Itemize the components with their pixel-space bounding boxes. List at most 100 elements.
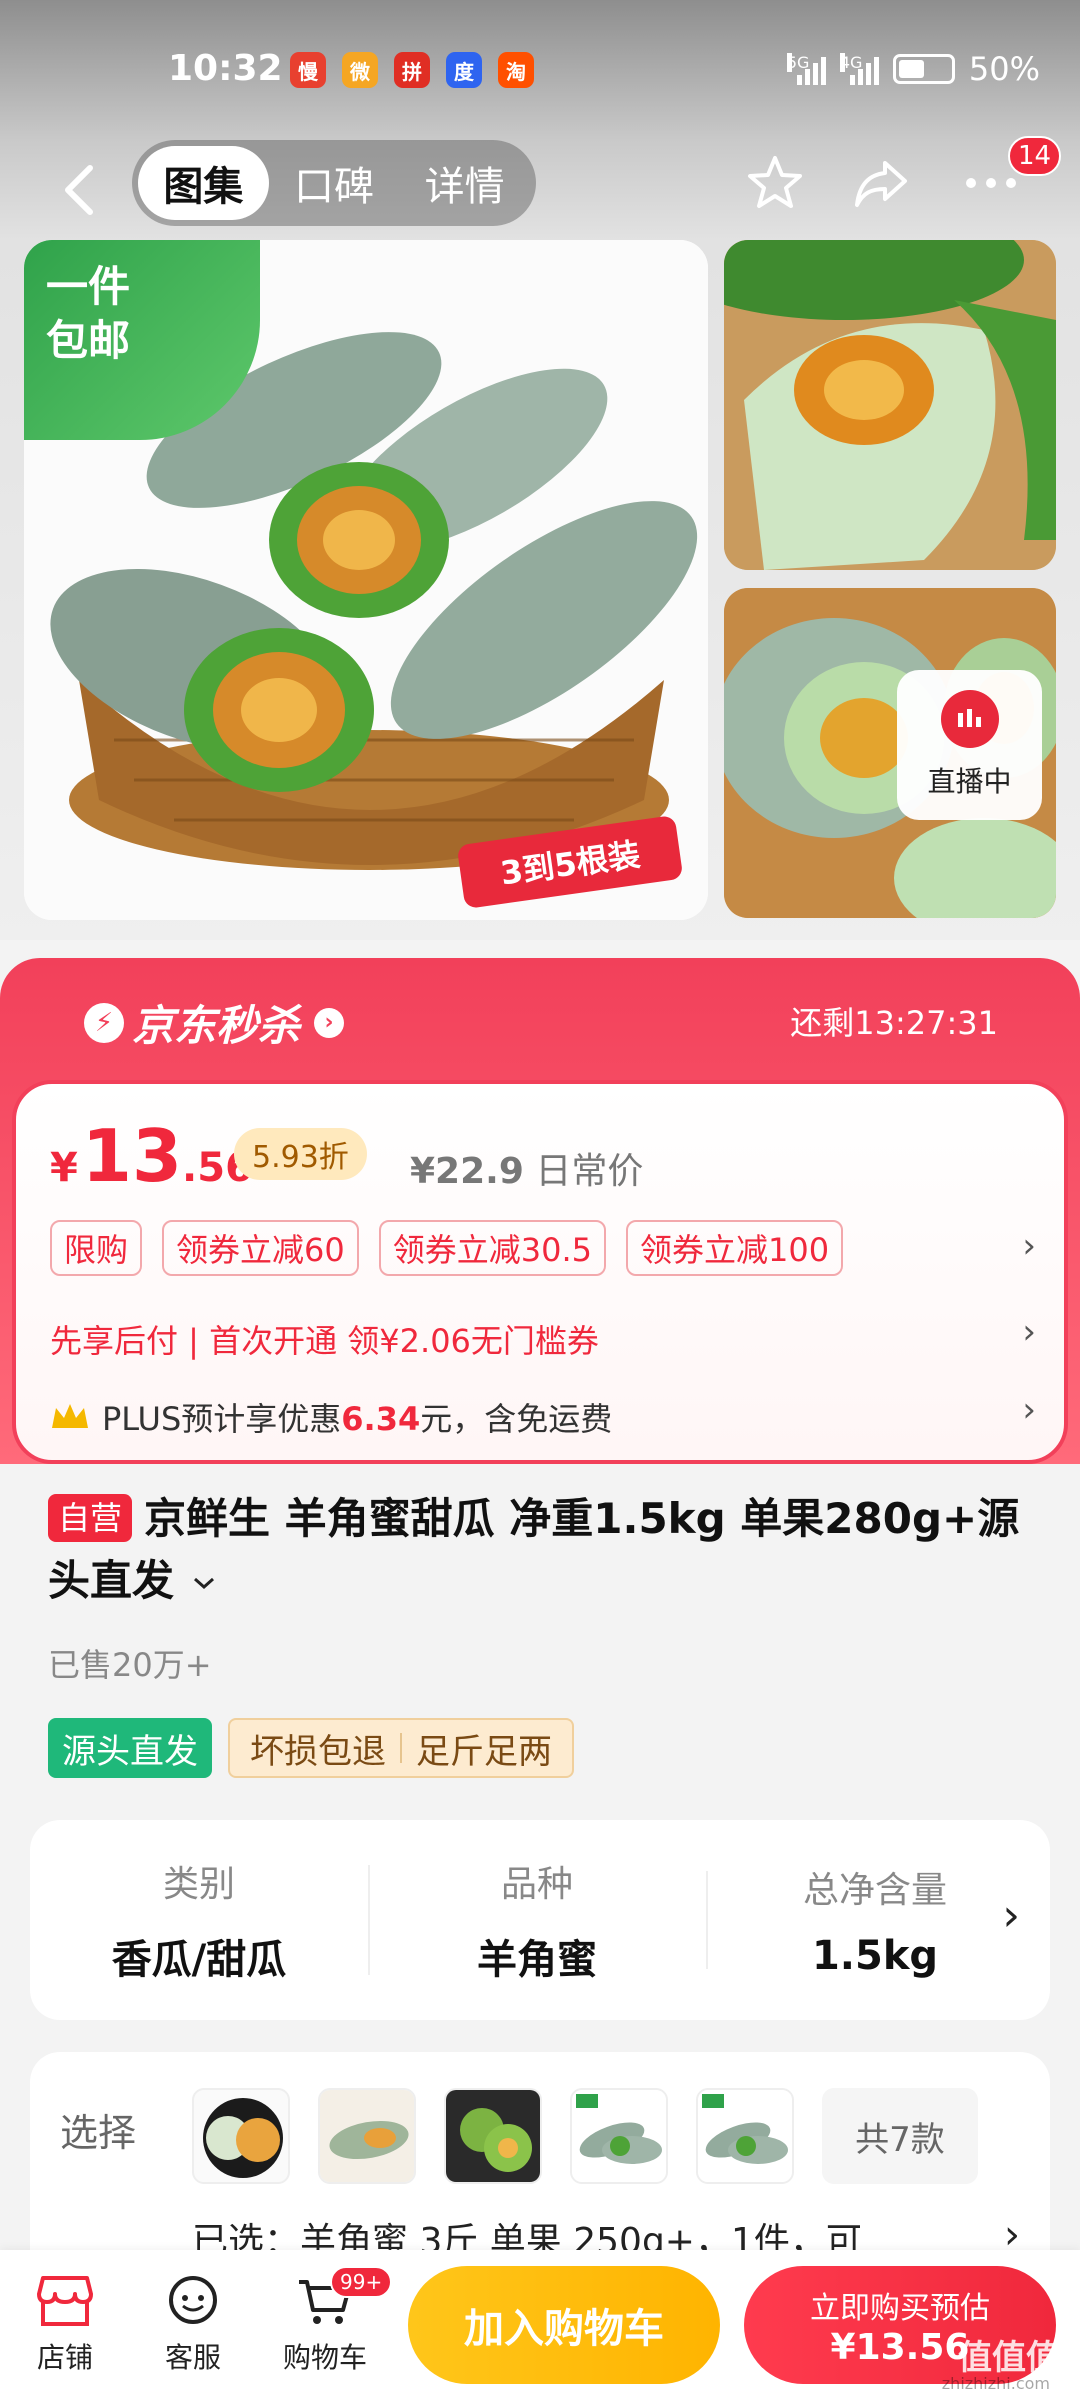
chevron-right-icon[interactable]: ›	[1022, 1226, 1036, 1266]
product-title[interactable]: 自营 京鲜生 羊角蜜甜瓜 净重1.5kg 单果280g+源头直发	[48, 1488, 1038, 1612]
chevron-down-icon[interactable]	[189, 1571, 219, 1595]
damage-refund-tag: 坏损包退	[250, 1731, 386, 1772]
variant-selector[interactable]: 选择 共7款 已选：羊角蜜 3斤 单果 250g+，1件，可 ›	[30, 2052, 1050, 2262]
cart-button[interactable]: 99+ 购物车	[270, 2266, 393, 2376]
ribbon-line-2: 包邮	[46, 316, 131, 365]
coupon-chip-60[interactable]: 领券立减60	[162, 1220, 359, 1276]
tab-gallery[interactable]: 图集	[138, 146, 269, 220]
variant-swatch[interactable]	[696, 2088, 794, 2184]
product-gallery: 一件 包邮 3到5根装 直播中 1 8	[0, 240, 1080, 1168]
lightning-icon: ⚡	[84, 1002, 124, 1043]
store-label: 店铺	[36, 2341, 93, 2374]
service-label: 客服	[164, 2341, 221, 2374]
price-currency: ¥	[50, 1145, 78, 1191]
spec-value: 香瓜/甜瓜	[111, 1937, 287, 1983]
status-time: 10:32	[168, 48, 283, 89]
ribbon-line-1: 一件	[46, 262, 131, 311]
plus-member-promo[interactable]: PLUS预计享优惠6.34元，含免运费	[50, 1394, 612, 1440]
main-product-photo[interactable]: 一件 包邮	[24, 240, 708, 920]
original-price: ¥22.9 日常价	[410, 1142, 643, 1194]
battery-percent: 50%	[968, 50, 1040, 88]
back-icon[interactable]	[48, 158, 112, 222]
total-variants[interactable]: 共7款	[822, 2088, 978, 2184]
original-price-value: ¥22.9	[410, 1151, 524, 1192]
spec-variety: 品种 羊角蜜	[368, 1855, 706, 1985]
manman-app-icon: 慢	[290, 52, 326, 88]
top-nav: 图集 口碑 详情 14	[0, 136, 1080, 240]
chevron-right-icon: ›	[314, 1007, 345, 1038]
add-to-cart-button[interactable]: 加入购物车	[408, 2266, 720, 2384]
share-icon[interactable]	[846, 148, 916, 218]
live-label: 直播中	[927, 765, 1012, 798]
spec-label: 品种	[500, 1864, 573, 1905]
select-label: 选择	[60, 2111, 137, 2155]
variant-swatch[interactable]	[192, 2088, 290, 2184]
chevron-right-icon[interactable]: ›	[1022, 1312, 1036, 1352]
chevron-right-icon[interactable]: ›	[1002, 1890, 1020, 1941]
coupon-chips[interactable]: 限购 领券立减60 领券立减30.5 领券立减100	[50, 1220, 844, 1276]
message-count-badge: 14	[1008, 136, 1062, 176]
baidu-app-icon: 度	[446, 52, 482, 88]
melon-closeup-image	[724, 240, 1056, 570]
source-direct-tag: 源头直发	[48, 1718, 212, 1778]
variant-swatch[interactable]	[444, 2088, 542, 2184]
original-price-label: 日常价	[535, 1151, 644, 1192]
status-indicators: 5G 4G 50%	[786, 50, 1040, 88]
plus-suffix: 元，含免运费	[420, 1400, 613, 1438]
status-bar: 10:32 慢 微 拼 度 淘 5G 4G 50%	[0, 0, 1080, 140]
guarantee-tags[interactable]: 坏损包退 足斤足两	[228, 1718, 574, 1778]
limit-chip[interactable]: 限购	[50, 1220, 143, 1276]
star-icon[interactable]	[740, 148, 810, 218]
coupon-chip-100[interactable]: 领券立减100	[626, 1220, 844, 1276]
buy-now-label: 立即购买预估	[810, 2290, 990, 2326]
watermark-logo: 值值值	[958, 2338, 1060, 2378]
price-integer: 13	[81, 1114, 183, 1198]
spec-net-weight: 总净含量 1.5kg	[706, 1861, 1044, 1979]
tab-reviews[interactable]: 口碑	[269, 146, 400, 220]
cart-count-badge: 99+	[330, 2266, 393, 2298]
spec-label: 总净含量	[802, 1870, 947, 1911]
store-button[interactable]: 店铺	[10, 2274, 120, 2376]
chevron-right-icon[interactable]: ›	[1022, 1390, 1036, 1430]
bottom-action-bar: 店铺 客服 99+ 购物车 加入购物车 立即购买预估 ¥13.56	[0, 2250, 1080, 2400]
spec-value: 羊角蜜	[477, 1937, 597, 1983]
flash-sale-countdown: 还剩13:27:31	[790, 1004, 998, 1042]
watermark-url: zhizhizhi.com	[941, 2374, 1050, 2393]
full-weight-tag: 足斤足两	[416, 1731, 552, 1772]
flash-sale-title: 京东秒杀	[132, 1001, 301, 1050]
variant-swatches: 共7款	[192, 2088, 978, 2184]
variant-swatch[interactable]	[318, 2088, 416, 2184]
taobao-app-icon: 淘	[498, 52, 534, 88]
pinduoduo-app-icon: 拼	[394, 52, 430, 88]
service-tags: 源头直发 坏损包退 足斤足两	[48, 1718, 574, 1778]
current-price: ¥ 13 .56	[50, 1114, 253, 1198]
signal-4g-icon: 4G	[839, 53, 879, 85]
spec-value: 1.5kg	[811, 1933, 939, 1979]
price-card: ¥ 13 .56 5.93折 ¥22.9 日常价 限购 领券立减60 领券立减3…	[12, 1080, 1068, 1464]
sold-count: 已售20万+	[48, 1646, 212, 1684]
spec-card[interactable]: 类别 香瓜/甜瓜 品种 羊角蜜 总净含量 1.5kg ›	[30, 1820, 1050, 2020]
variant-swatch[interactable]	[570, 2088, 668, 2184]
cart-label: 购物车	[282, 2341, 367, 2374]
signal-5g-icon: 5G	[786, 53, 826, 85]
status-app-icons: 慢 微 拼 度 淘	[290, 52, 534, 88]
live-icon	[940, 690, 999, 748]
buy-now-price: ¥13.56	[830, 2326, 970, 2368]
spec-category: 类别 香瓜/甜瓜	[30, 1855, 368, 1985]
gallery-thumbnail-1[interactable]	[724, 240, 1056, 570]
customer-service-button[interactable]: 客服	[138, 2274, 248, 2376]
tab-details[interactable]: 详情	[399, 146, 530, 220]
product-info: 自营 京鲜生 羊角蜜甜瓜 净重1.5kg 单果280g+源头直发 已售20万+ 源…	[0, 1464, 1080, 1804]
self-operated-badge: 自营	[48, 1494, 133, 1542]
chat-icon	[169, 2276, 217, 2324]
battery-icon	[892, 54, 955, 84]
flash-sale-brand[interactable]: ⚡ 京东秒杀 ›	[84, 992, 345, 1053]
discount-badge: 5.93折	[234, 1128, 367, 1180]
live-stream-button[interactable]: 直播中	[897, 670, 1042, 820]
crown-icon	[52, 1404, 88, 1428]
flash-sale-panel: ⚡ 京东秒杀 › 还剩13:27:31 ¥ 13 .56 5.93折 ¥22.9…	[0, 958, 1080, 1464]
plus-prefix: PLUS预计享优惠	[102, 1400, 342, 1438]
weibo-app-icon: 微	[342, 52, 378, 88]
pay-later-promo[interactable]: 先享后付 | 首次开通 领¥2.06无门槛券	[50, 1316, 599, 1362]
coupon-chip-30-5[interactable]: 领券立减30.5	[378, 1220, 607, 1276]
